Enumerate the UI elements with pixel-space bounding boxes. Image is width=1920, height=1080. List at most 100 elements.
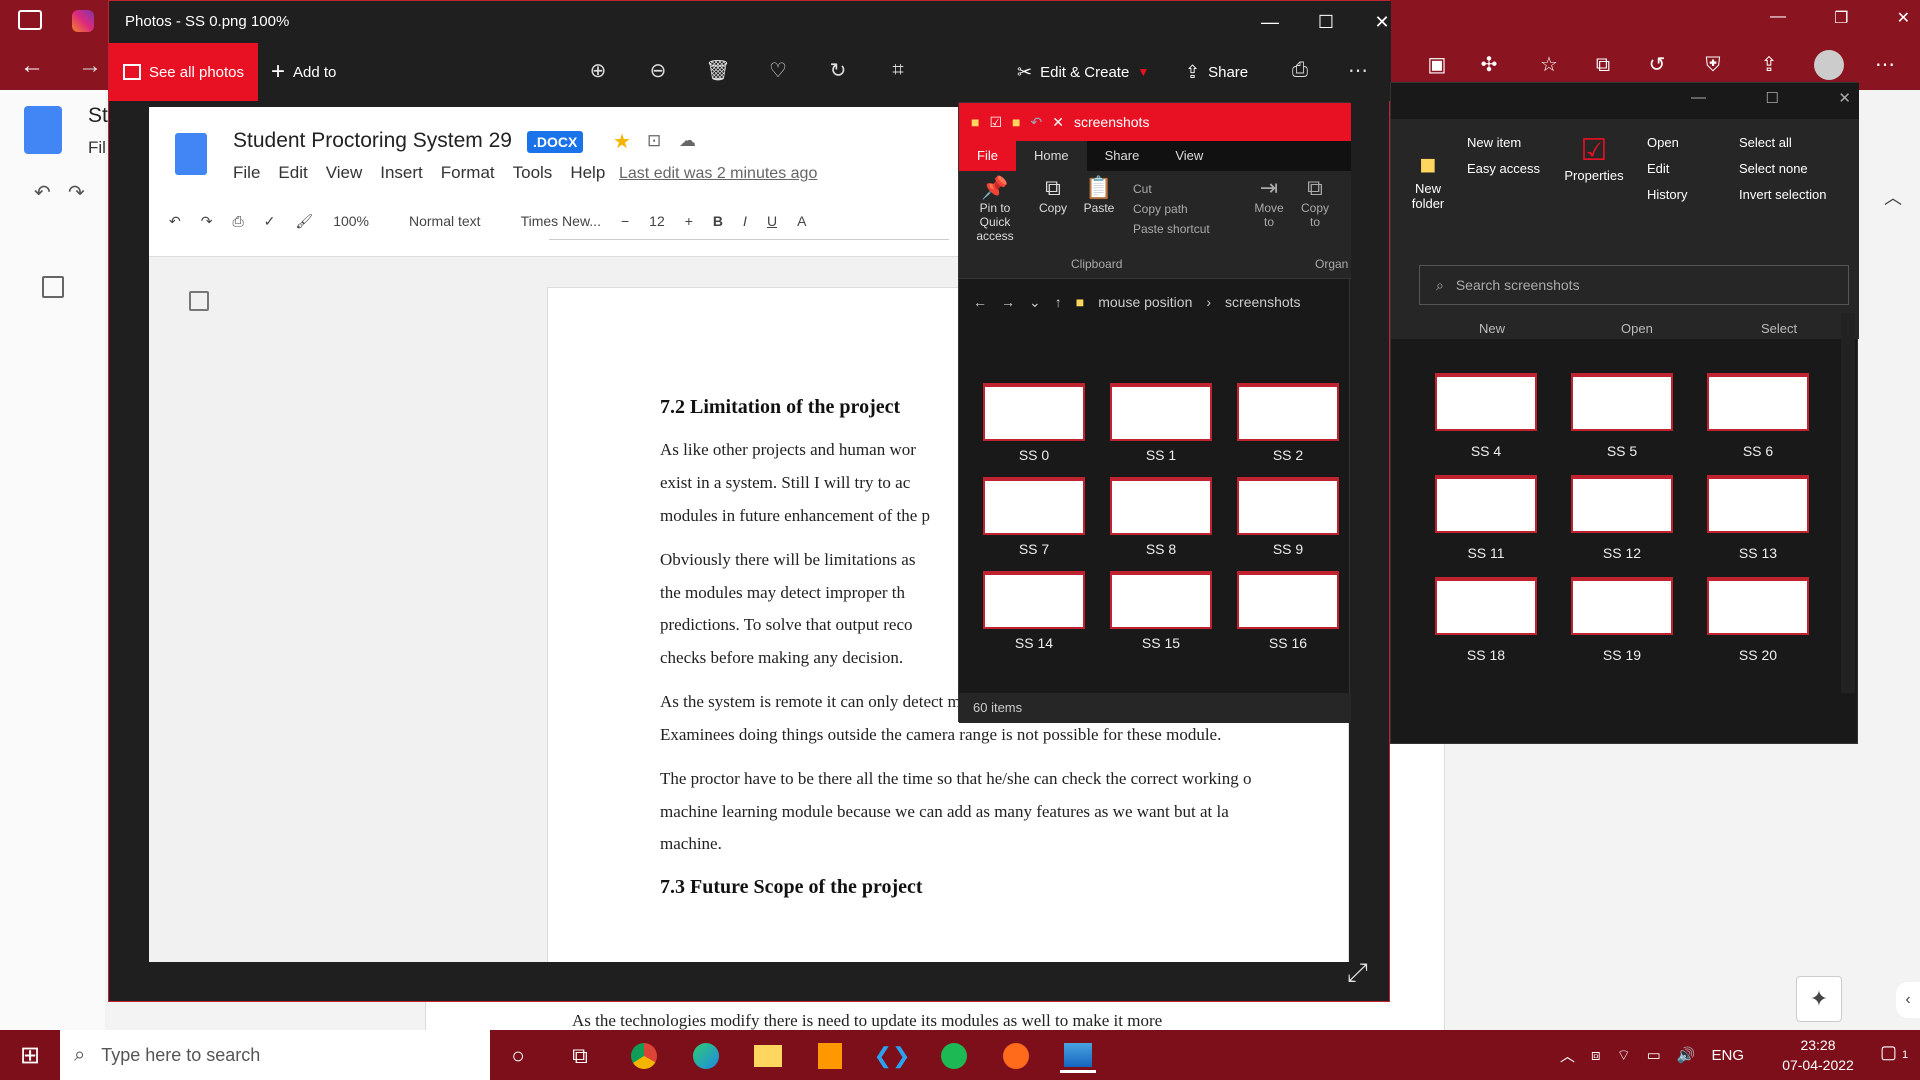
tab-share[interactable]: Share — [1087, 141, 1158, 171]
extension-icon[interactable]: ▣ — [1424, 52, 1450, 78]
copy-to-button[interactable]: ⧉ Copy to — [1295, 175, 1335, 229]
thumbnail[interactable] — [1707, 577, 1809, 635]
thumbnail[interactable] — [1110, 477, 1212, 535]
up-icon[interactable]: ↑ — [1055, 294, 1062, 310]
thumbnail[interactable] — [1237, 383, 1339, 441]
thumbnail[interactable] — [1435, 577, 1537, 635]
share-button[interactable]: ⇪ Share — [1185, 57, 1248, 87]
thumbnail[interactable] — [1707, 373, 1809, 431]
tab-home[interactable]: Home — [1015, 141, 1087, 171]
meet-now-icon[interactable]: ⧈ — [1591, 1047, 1601, 1064]
share-icon[interactable]: ⇪ — [1756, 52, 1782, 78]
thumbnail[interactable] — [1707, 475, 1809, 533]
redo-icon[interactable]: ↷ — [68, 180, 85, 205]
thumbnail[interactable] — [1571, 373, 1673, 431]
history-button[interactable]: History — [1647, 187, 1687, 202]
crop-icon[interactable]: ⌗ — [885, 57, 911, 83]
battery-icon[interactable]: ▭ — [1647, 1046, 1661, 1064]
thumbnail[interactable] — [1571, 475, 1673, 533]
properties-button[interactable]: ☑ Properties — [1559, 133, 1629, 183]
copy-path-button[interactable]: Copy path — [1133, 199, 1210, 219]
edge-icon[interactable] — [688, 1039, 724, 1073]
new-item-button[interactable]: New item — [1467, 135, 1521, 150]
file-explorer-icon[interactable] — [750, 1039, 786, 1073]
task-view-icon[interactable]: ⧉ — [562, 1039, 598, 1073]
volume-icon[interactable]: 🔊 — [1677, 1046, 1696, 1064]
close-button[interactable]: ✕ — [1359, 5, 1405, 39]
start-button[interactable]: ⊞ — [0, 1030, 60, 1080]
profile-avatar[interactable] — [1814, 50, 1844, 80]
pin-button[interactable]: 📌 Pin to Quick access — [967, 175, 1023, 243]
thumbnail[interactable] — [1435, 373, 1537, 431]
outline-icon[interactable] — [42, 276, 64, 298]
add-to-button[interactable]: + Add to — [271, 57, 336, 87]
copy-button[interactable]: ⧉ Copy — [1033, 175, 1073, 215]
thumbnail[interactable] — [1110, 571, 1212, 629]
edit-button[interactable]: Edit — [1647, 161, 1669, 176]
undo-icon[interactable]: ↶ — [34, 180, 51, 205]
minimize-button[interactable]: — — [1247, 5, 1293, 39]
back-icon[interactable]: ← — [20, 52, 44, 80]
forward-icon[interactable]: → — [78, 52, 102, 80]
move-to-button[interactable]: ⇥ Move to — [1249, 175, 1289, 229]
explorer2-window-controls[interactable]: — ☐ ✕ — [1691, 89, 1851, 107]
back-icon[interactable]: ← — [973, 294, 987, 310]
open-button[interactable]: Open — [1647, 135, 1679, 150]
shield-icon[interactable]: ⛨ — [1700, 52, 1726, 78]
favorite-icon[interactable]: ♡ — [765, 57, 791, 83]
thumbnail[interactable] — [983, 477, 1085, 535]
thumbnail[interactable] — [1435, 475, 1537, 533]
maximize-button[interactable]: ☐ — [1303, 5, 1349, 39]
chevron-up-icon[interactable]: ︿ — [1560, 1045, 1575, 1066]
sublime-icon[interactable] — [812, 1039, 848, 1073]
zoom-in-icon[interactable]: ⊕ — [585, 57, 611, 83]
language-indicator[interactable]: ENG — [1712, 1047, 1745, 1064]
notification-icon[interactable]: ▢ 1 — [1880, 1042, 1908, 1063]
tab-actions-icon[interactable] — [18, 10, 42, 30]
brave-icon[interactable] — [998, 1039, 1034, 1073]
side-panel-toggle[interactable]: ‹ — [1896, 982, 1920, 1018]
thumbnail[interactable] — [983, 571, 1085, 629]
paste-shortcut-button[interactable]: Paste shortcut — [1133, 219, 1210, 239]
spotify-icon[interactable] — [936, 1039, 972, 1073]
more-icon[interactable]: ⋯ — [1872, 52, 1898, 78]
scrollbar[interactable] — [1841, 313, 1855, 693]
forward-icon[interactable]: → — [1001, 294, 1015, 310]
photos-icon[interactable] — [1060, 1039, 1096, 1073]
delete-icon[interactable]: 🗑 — [705, 57, 731, 83]
paste-button[interactable]: 📋 Paste — [1079, 175, 1119, 215]
rotate-icon[interactable]: ↻ — [825, 57, 851, 83]
favorites-icon[interactable]: ☆ — [1536, 52, 1562, 78]
thumbnail[interactable] — [1237, 571, 1339, 629]
collapse-icon[interactable]: ︿ — [1884, 184, 1902, 210]
breadcrumb-screenshots[interactable]: screenshots — [1225, 294, 1300, 310]
new-folder-button[interactable]: ■ New folder — [1405, 149, 1451, 211]
invert-selection-button[interactable]: Invert selection — [1739, 187, 1826, 202]
edit-create-button[interactable]: ✂ Edit & Create ▼ — [1017, 57, 1149, 87]
wifi-icon[interactable]: ⌔ — [1617, 1046, 1631, 1065]
taskbar-search[interactable]: ⌕ Type here to search — [60, 1030, 490, 1080]
clock[interactable]: 23:28 07-04-2022 — [1758, 1035, 1878, 1075]
instagram-tab-icon[interactable] — [72, 10, 94, 32]
select-none-button[interactable]: Select none — [1739, 161, 1808, 176]
puzzle-icon[interactable]: ✣ — [1476, 52, 1502, 78]
thumbnail[interactable] — [1571, 577, 1673, 635]
easy-access-button[interactable]: Easy access — [1467, 161, 1540, 176]
search-box[interactable]: ⌕ Search screenshots — [1419, 265, 1849, 305]
cortana-icon[interactable]: ○ — [500, 1039, 536, 1073]
tab-view[interactable]: View — [1157, 141, 1221, 171]
tab-file[interactable]: File — [959, 141, 1016, 171]
thumbnail[interactable] — [1237, 477, 1339, 535]
select-all-button[interactable]: Select all — [1739, 135, 1792, 150]
breadcrumb-mouse-position[interactable]: mouse position — [1098, 294, 1192, 310]
explore-button[interactable]: ✦ — [1796, 976, 1842, 1022]
print-icon[interactable]: ⎙ — [1287, 57, 1313, 83]
zoom-out-icon[interactable]: ⊖ — [645, 57, 671, 83]
vscode-icon[interactable]: ❮❯ — [874, 1039, 911, 1073]
chevron-down-icon[interactable]: ⌄ — [1029, 294, 1041, 311]
see-all-photos-button[interactable]: See all photos — [109, 43, 258, 101]
fullscreen-icon[interactable]: ⤢ — [1347, 957, 1368, 989]
chrome-icon[interactable] — [626, 1039, 662, 1073]
browser-window-controls[interactable]: — ❐ ✕ — [1770, 8, 1910, 28]
thumbnail[interactable] — [1110, 383, 1212, 441]
